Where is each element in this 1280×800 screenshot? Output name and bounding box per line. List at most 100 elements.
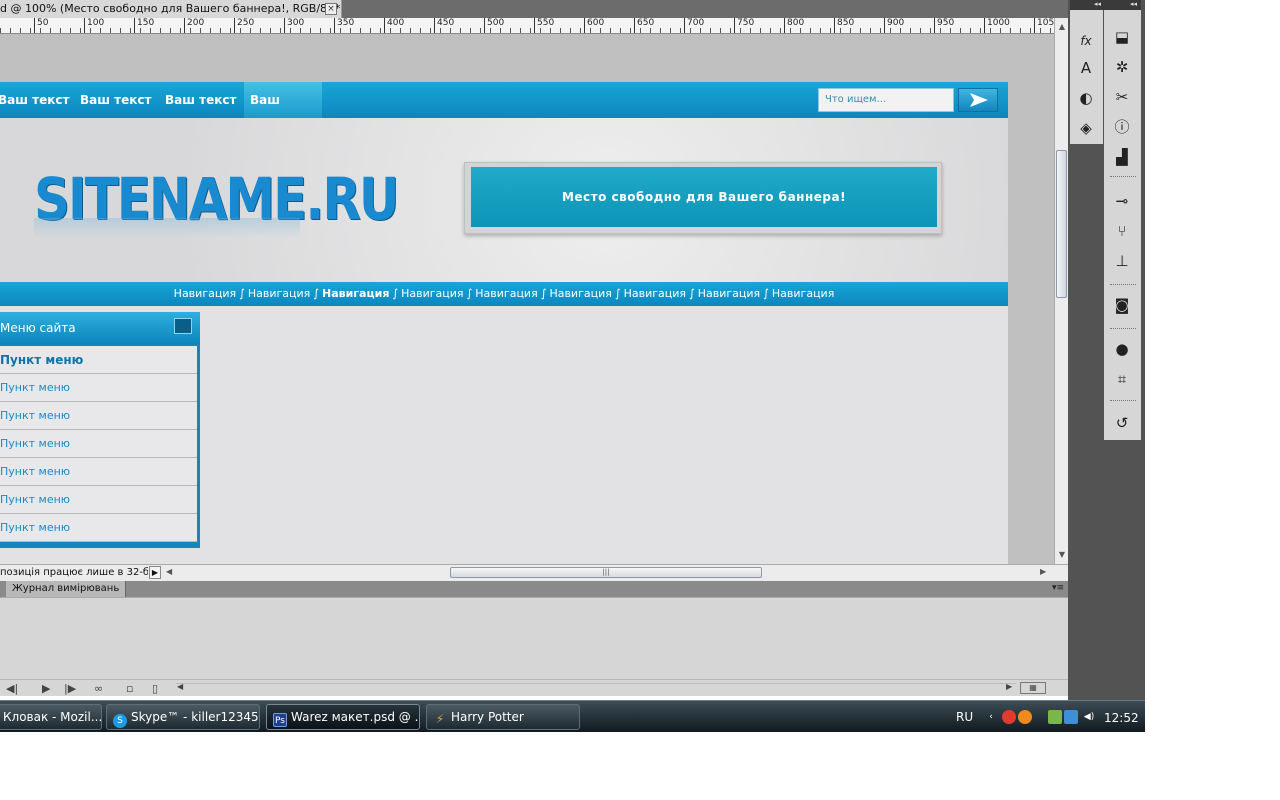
canvas[interactable]: Ваш текст Ваш текст Ваш текст Ваш текст … — [0, 34, 1054, 564]
scroll-up-icon[interactable]: ▲ — [1057, 22, 1067, 31]
measurement-panel — [0, 597, 1068, 679]
styles-icon[interactable]: fx — [1075, 30, 1097, 52]
nav-separator: ∫ — [466, 287, 473, 300]
site-mockup: Ваш текст Ваш текст Ваш текст Ваш текст … — [0, 82, 1008, 564]
menu-item[interactable]: Пункт меню — [0, 430, 197, 458]
masks-icon[interactable]: ● — [1111, 338, 1133, 360]
ruler-label: 150 — [134, 18, 154, 33]
taskbar-item[interactable]: Кловак - Mozil... — [0, 704, 102, 730]
sidebar-title: Меню сайта — [0, 312, 200, 344]
nav-link[interactable]: Навигация — [174, 287, 236, 300]
adjustments-icon[interactable]: ◐ — [1075, 87, 1097, 109]
ruler-label: 1000 — [984, 18, 1010, 33]
nav-link[interactable]: Навигация — [549, 287, 611, 300]
ruler-label: 1050 — [1034, 18, 1054, 33]
nav-link[interactable]: Навигация — [248, 287, 310, 300]
banner-placeholder[interactable]: Место свободно для Вашего баннера! — [471, 167, 937, 227]
top-link-active[interactable]: Ваш текст — [244, 82, 322, 143]
panel-menu-icon[interactable]: ▾≡ — [1052, 583, 1064, 593]
nav-link[interactable]: Навигация — [624, 287, 686, 300]
step-back-icon[interactable]: ◀| — [6, 682, 18, 695]
menu-item[interactable]: Пункт меню — [0, 514, 197, 542]
brush-icon[interactable]: ⊸ — [1111, 190, 1133, 212]
nav-separator: ∫ — [239, 287, 245, 300]
menu-item[interactable]: Пункт меню — [0, 458, 197, 486]
tab-measurement-log[interactable]: Журнал вимірювань — [6, 581, 127, 597]
close-icon[interactable]: × — [325, 3, 337, 15]
scrollbar-thumb[interactable] — [1056, 150, 1067, 298]
top-link[interactable]: Ваш текст — [159, 82, 242, 118]
taskbar-item[interactable]: ⚡ Harry Potter — [426, 704, 580, 730]
volume-icon[interactable]: ◀) — [1082, 710, 1096, 724]
panel-dock-right: ⬓ ✲ ✂ ⓘ ▟ ⊸ ⑂ ⊥ ◙ ● ⌗ ↺ — [1104, 10, 1141, 440]
horizontal-scrollbar-thumb[interactable]: ||| — [450, 567, 762, 578]
battery-icon[interactable] — [1048, 710, 1062, 724]
trash-icon[interactable]: ▯ — [152, 682, 158, 695]
search-input[interactable]: Что ищем... — [818, 88, 954, 112]
grid-icon[interactable]: ▦ — [1020, 682, 1046, 694]
ruler-label: 600 — [584, 18, 604, 33]
photoshop-icon: Ps — [273, 713, 287, 727]
search-button[interactable] — [958, 88, 998, 112]
ruler-label: 500 — [484, 18, 504, 33]
histogram-icon[interactable]: ▟ — [1111, 146, 1133, 168]
language-indicator[interactable]: RU — [956, 710, 973, 724]
play-icon[interactable]: ▶ — [42, 682, 50, 695]
taskbar-item[interactable]: S Skype™ - killer12345... — [106, 704, 260, 730]
navigator-icon[interactable]: ✲ — [1111, 56, 1133, 78]
panel-scrollbar[interactable] — [176, 683, 1016, 693]
top-link[interactable]: Ваш текст — [74, 82, 157, 118]
history-icon[interactable]: ↺ — [1111, 412, 1133, 434]
top-link[interactable]: Ваш текст — [0, 82, 75, 118]
layers-icon[interactable]: ◈ — [1075, 117, 1097, 139]
status-bar: позиція працює лише в 32-бі... ▶ ◀ ||| ▶ — [0, 564, 1068, 581]
menu-item[interactable]: Пункт меню — [0, 346, 197, 374]
ruler-label: 450 — [434, 18, 454, 33]
menu-list: Пункт меню Пункт меню Пункт меню Пункт меню… — [0, 346, 197, 542]
scroll-down-icon[interactable]: ▼ — [1057, 550, 1067, 559]
nav-link[interactable]: Навигация — [401, 287, 463, 300]
stamp-icon[interactable]: ⬓ — [1111, 26, 1133, 48]
horizontal-ruler: 50 100 150 200 250 300 350 400 450 500 550 600 650 70… — [0, 18, 1054, 34]
game-icon: ⚡ — [435, 712, 445, 726]
nav-link[interactable]: Навигация — [698, 287, 760, 300]
play-icon[interactable]: ▶ — [149, 566, 161, 579]
tray-icon[interactable] — [1018, 710, 1032, 724]
scroll-right-icon[interactable]: ▶ — [1006, 682, 1012, 691]
chevron-left-icon[interactable]: ‹ — [984, 710, 998, 724]
transform-icon[interactable]: ⌗ — [1111, 368, 1133, 390]
nav-link[interactable]: Навигация — [772, 287, 834, 300]
scroll-right-icon[interactable]: ▶ — [1040, 567, 1046, 576]
collapse-icon[interactable]: ◂◂ — [1130, 0, 1137, 8]
new-item-icon[interactable]: ▫ — [126, 682, 133, 695]
collapse-icon[interactable]: ◂◂ — [1094, 0, 1101, 8]
character-icon[interactable]: A — [1075, 57, 1097, 79]
taskbar-item-active[interactable]: Ps Warez макет.psd @ ... — [266, 704, 420, 730]
status-text: позиція працює лише в 32-бі... — [0, 567, 148, 578]
stamp-tool-icon[interactable]: ⊥ — [1111, 250, 1133, 272]
scroll-left-icon[interactable]: ◀ — [166, 567, 172, 576]
nav-link[interactable]: Навигация — [322, 287, 389, 300]
clone-icon[interactable]: ⑂ — [1111, 220, 1133, 242]
tray-icon[interactable] — [1002, 710, 1016, 724]
ruler-label: 250 — [234, 18, 254, 33]
tools-icon[interactable]: ✂ — [1111, 86, 1133, 108]
link-icon[interactable]: ∞ — [94, 682, 103, 695]
navigation-bar: Навигация ∫ Навигация ∫ Навигация ∫ Навигация ∫… — [0, 282, 1008, 306]
menu-item[interactable]: Пункт меню — [0, 486, 197, 514]
network-icon[interactable] — [1064, 710, 1078, 724]
clock[interactable]: 12:52 — [1104, 711, 1139, 725]
menu-item[interactable]: Пункт меню — [0, 374, 197, 402]
dock-separator — [1110, 328, 1136, 330]
step-forward-icon[interactable]: |▶ — [64, 682, 76, 695]
skype-icon: S — [113, 714, 127, 728]
nav-link[interactable]: Навигация — [475, 287, 537, 300]
header: SITENAME.RU Место свободно для Вашего ба… — [0, 118, 1008, 282]
camera-icon[interactable]: ◙ — [1111, 294, 1133, 316]
menu-item[interactable]: Пункт меню — [0, 402, 197, 430]
info-icon[interactable]: ⓘ — [1111, 116, 1133, 138]
system-tray: RU ‹ ◀) 12:52 — [936, 701, 1145, 733]
document-tab[interactable]: d @ 100% (Место свободно для Вашего банн… — [0, 0, 342, 18]
ruler-label: 100 — [84, 18, 104, 33]
vertical-scrollbar[interactable]: ▲ ▼ — [1054, 18, 1068, 564]
